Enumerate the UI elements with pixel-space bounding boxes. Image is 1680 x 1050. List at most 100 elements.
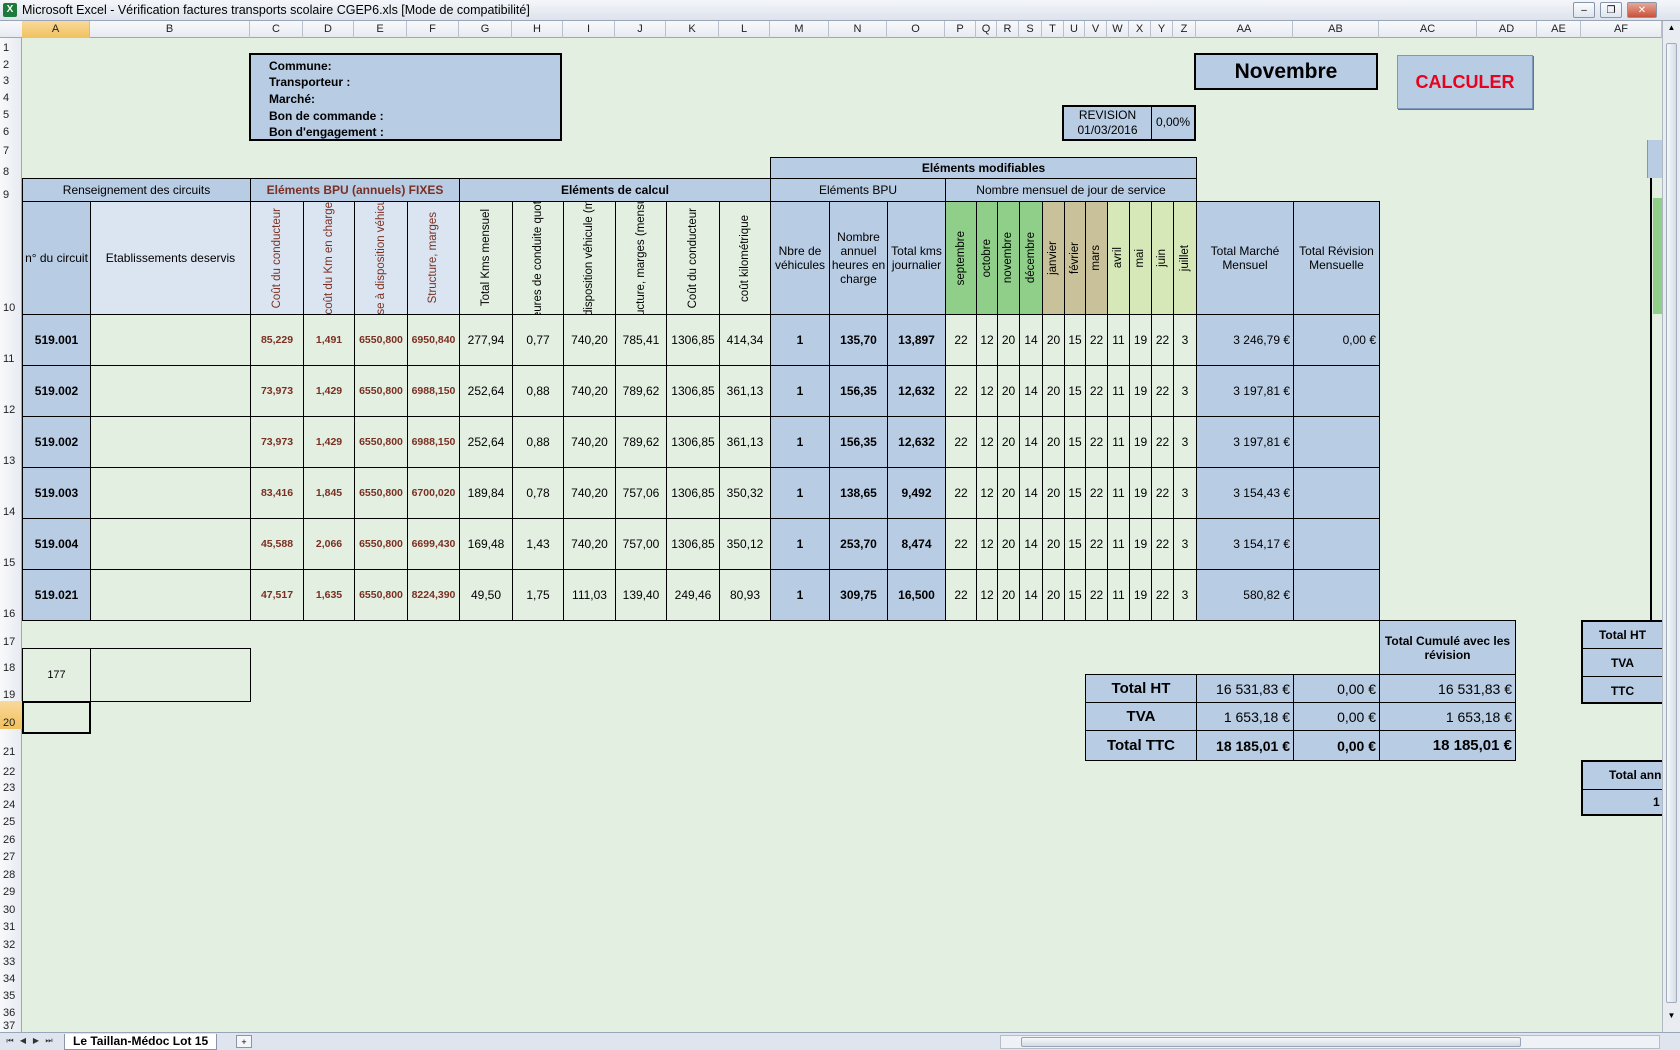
row-4-etablissements[interactable]	[90, 467, 251, 519]
row-4-heures-annuel[interactable]: 138,65	[829, 467, 888, 519]
row-6-structure[interactable]: 8224,390	[407, 569, 460, 621]
row-5-structure-mensuel[interactable]: 757,00	[615, 518, 667, 570]
row-2-circuit[interactable]: 519.002	[22, 365, 91, 417]
row-4-cout-km[interactable]: 1,845	[303, 467, 355, 519]
row-6-total-marche[interactable]: 580,82 €	[1196, 569, 1294, 621]
row-1-day-9[interactable]: 22	[1151, 314, 1174, 366]
row-2-heures-annuel[interactable]: 156,35	[829, 365, 888, 417]
row-5-mise-disposition[interactable]: 6550,800	[354, 518, 408, 570]
row-6-kms-journalier[interactable]: 16,500	[887, 569, 946, 621]
row-1-cout-km[interactable]: 1,491	[303, 314, 355, 366]
row-5-day-3[interactable]: 14	[1019, 518, 1043, 570]
row-1-kms-journalier[interactable]: 13,897	[887, 314, 946, 366]
row-2-cout-conducteur[interactable]: 73,973	[250, 365, 304, 417]
row-4-day-1[interactable]: 12	[976, 467, 998, 519]
row-4-total-revision[interactable]	[1293, 467, 1380, 519]
row-4-cout-km-mensuel[interactable]: 350,32	[719, 467, 771, 519]
row-2-total-kms[interactable]: 252,64	[459, 365, 513, 417]
row-2-day-8[interactable]: 19	[1129, 365, 1152, 417]
row-1-day-5[interactable]: 15	[1064, 314, 1086, 366]
row-5-etablissements[interactable]	[90, 518, 251, 570]
row-4-structure[interactable]: 6700,020	[407, 467, 460, 519]
row-4-heures[interactable]: 0,78	[512, 467, 564, 519]
row-5-day-6[interactable]: 22	[1085, 518, 1108, 570]
vertical-scrollbar[interactable]: ▲ ▼	[1662, 21, 1680, 1032]
row-2-kms-journalier[interactable]: 12,632	[887, 365, 946, 417]
row-1-mise-disposition[interactable]: 6550,800	[354, 314, 408, 366]
row-3-heures[interactable]: 0,88	[512, 416, 564, 468]
row-1-circuit[interactable]: 519.001	[22, 314, 91, 366]
row-1-conducteur-mensuel[interactable]: 1306,85	[666, 314, 720, 366]
row-6-total-kms[interactable]: 49,50	[459, 569, 513, 621]
row-5-mise-mensuel[interactable]: 740,20	[563, 518, 616, 570]
row-6-day-1[interactable]: 12	[976, 569, 998, 621]
row-5-day-9[interactable]: 22	[1151, 518, 1174, 570]
row-4-day-3[interactable]: 14	[1019, 467, 1043, 519]
fill-handle[interactable]	[89, 731, 91, 734]
row-3-total-revision[interactable]	[1293, 416, 1380, 468]
row-2-total-marche[interactable]: 3 197,81 €	[1196, 365, 1294, 417]
row-1-cout-conducteur[interactable]: 85,229	[250, 314, 304, 366]
row-1-day-3[interactable]: 14	[1019, 314, 1043, 366]
row-4-total-kms[interactable]: 189,84	[459, 467, 513, 519]
row-5-kms-journalier[interactable]: 8,474	[887, 518, 946, 570]
row-3-day-6[interactable]: 22	[1085, 416, 1108, 468]
row-3-total-kms[interactable]: 252,64	[459, 416, 513, 468]
row-3-day-8[interactable]: 19	[1129, 416, 1152, 468]
row-5-vehicules[interactable]: 1	[770, 518, 830, 570]
row-2-cout-km-mensuel[interactable]: 361,13	[719, 365, 771, 417]
row-2-structure-mensuel[interactable]: 789,62	[615, 365, 667, 417]
row-6-day-3[interactable]: 14	[1019, 569, 1043, 621]
row-2-cout-km[interactable]: 1,429	[303, 365, 355, 417]
row-1-structure[interactable]: 6950,840	[407, 314, 460, 366]
row-2-day-3[interactable]: 14	[1019, 365, 1043, 417]
row-1-day-2[interactable]: 20	[997, 314, 1020, 366]
row-5-structure[interactable]: 6699,430	[407, 518, 460, 570]
row-4-day-2[interactable]: 20	[997, 467, 1020, 519]
row-3-circuit[interactable]: 519.002	[22, 416, 91, 468]
row-3-kms-journalier[interactable]: 12,632	[887, 416, 946, 468]
first-sheet-icon[interactable]: ⏮	[4, 1035, 16, 1047]
row-3-vehicules[interactable]: 1	[770, 416, 830, 468]
row-1-total-kms[interactable]: 277,94	[459, 314, 513, 366]
row-4-structure-mensuel[interactable]: 757,06	[615, 467, 667, 519]
row-4-circuit[interactable]: 519.003	[22, 467, 91, 519]
row-2-vehicules[interactable]: 1	[770, 365, 830, 417]
row-2-total-revision[interactable]	[1293, 365, 1380, 417]
row-6-day-8[interactable]: 19	[1129, 569, 1152, 621]
row-4-day-0[interactable]: 22	[945, 467, 977, 519]
row-1-structure-mensuel[interactable]: 785,41	[615, 314, 667, 366]
row-6-vehicules[interactable]: 1	[770, 569, 830, 621]
row-6-heures-annuel[interactable]: 309,75	[829, 569, 888, 621]
row-2-mise-disposition[interactable]: 6550,800	[354, 365, 408, 417]
row-5-heures[interactable]: 1,43	[512, 518, 564, 570]
row-5-total-revision[interactable]	[1293, 518, 1380, 570]
row-4-day-9[interactable]: 22	[1151, 467, 1174, 519]
row-1-mise-mensuel[interactable]: 740,20	[563, 314, 616, 366]
row-2-structure[interactable]: 6988,150	[407, 365, 460, 417]
row-3-structure-mensuel[interactable]: 789,62	[615, 416, 667, 468]
vertical-scroll-thumb[interactable]	[1666, 43, 1677, 1003]
active-cell-a20[interactable]	[22, 701, 91, 734]
row-2-day-4[interactable]: 20	[1042, 365, 1065, 417]
horizontal-scroll-thumb[interactable]	[1021, 1037, 1521, 1047]
row-3-cout-km-mensuel[interactable]: 361,13	[719, 416, 771, 468]
row-5-heures-annuel[interactable]: 253,70	[829, 518, 888, 570]
row-4-day-5[interactable]: 15	[1064, 467, 1086, 519]
insert-sheet-icon[interactable]: +	[236, 1035, 252, 1048]
row-5-day-4[interactable]: 20	[1042, 518, 1065, 570]
row-5-cout-km-mensuel[interactable]: 350,12	[719, 518, 771, 570]
row-4-day-4[interactable]: 20	[1042, 467, 1065, 519]
row-6-mise-disposition[interactable]: 6550,800	[354, 569, 408, 621]
row-4-mise-mensuel[interactable]: 740,20	[563, 467, 616, 519]
row-6-day-7[interactable]: 11	[1107, 569, 1130, 621]
row-1-heures[interactable]: 0,77	[512, 314, 564, 366]
row-2-day-5[interactable]: 15	[1064, 365, 1086, 417]
row-5-day-10[interactable]: 3	[1173, 518, 1197, 570]
row-2-day-7[interactable]: 11	[1107, 365, 1130, 417]
horizontal-scrollbar[interactable]	[1000, 1035, 1660, 1049]
row-2-etablissements[interactable]	[90, 365, 251, 417]
row-5-day-7[interactable]: 11	[1107, 518, 1130, 570]
row-6-day-5[interactable]: 15	[1064, 569, 1086, 621]
row-1-day-7[interactable]: 11	[1107, 314, 1130, 366]
